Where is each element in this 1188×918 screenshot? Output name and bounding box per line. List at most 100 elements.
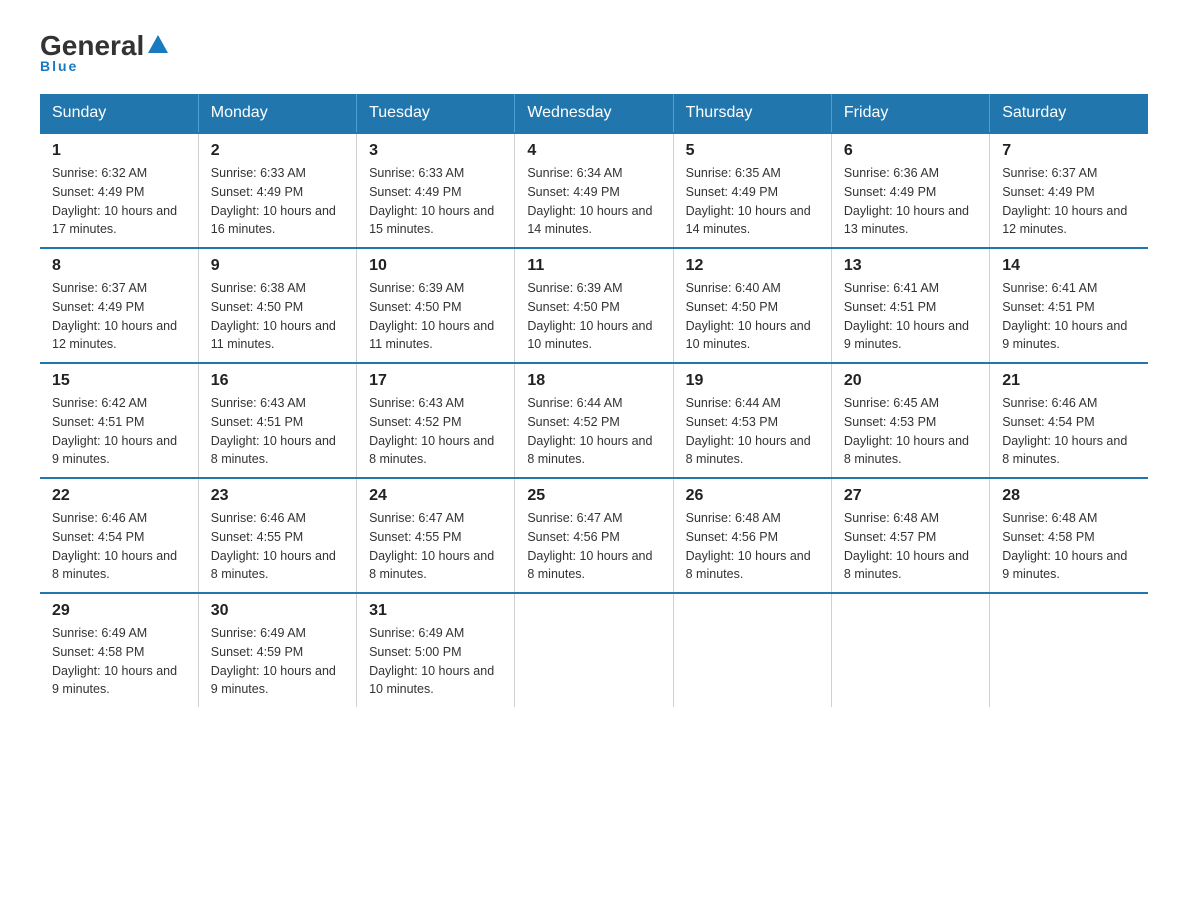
- calendar-cell: 18Sunrise: 6:44 AMSunset: 4:52 PMDayligh…: [515, 363, 673, 478]
- day-info: Sunrise: 6:41 AMSunset: 4:51 PMDaylight:…: [1002, 279, 1136, 354]
- day-number: 22: [52, 487, 186, 505]
- calendar-cell: 23 Sunrise: 6:46 AMSunset: 4:55 PMDayligh…: [198, 478, 356, 593]
- day-number: 15: [52, 372, 186, 390]
- day-info: Sunrise: 6:49 AMSunset: 4:58 PMDaylight:…: [52, 624, 186, 699]
- day-info: Sunrise: 6:42 AMSunset: 4:51 PMDaylight:…: [52, 394, 186, 469]
- day-number: 2: [211, 142, 344, 160]
- calendar-header-sunday: Sunday: [40, 94, 198, 133]
- calendar-cell: 6Sunrise: 6:36 AMSunset: 4:49 PMDaylight…: [831, 133, 989, 248]
- calendar-cell: 11 Sunrise: 6:39 AMSunset: 4:50 PMDayligh…: [515, 248, 673, 363]
- day-info: Sunrise: 6:32 AMSunset: 4:49 PMDaylight:…: [52, 164, 186, 239]
- calendar-header-saturday: Saturday: [990, 94, 1148, 133]
- calendar-week-row: 22 Sunrise: 6:46 AMSunset: 4:54 PMDayligh…: [40, 478, 1148, 593]
- day-info: Sunrise: 6:35 AMSunset: 4:49 PMDaylight:…: [686, 164, 819, 239]
- calendar-cell: 25 Sunrise: 6:47 AMSunset: 4:56 PMDayligh…: [515, 478, 673, 593]
- calendar-cell: 19 Sunrise: 6:44 AMSunset: 4:53 PMDayligh…: [673, 363, 831, 478]
- calendar-cell: 13 Sunrise: 6:41 AMSunset: 4:51 PMDayligh…: [831, 248, 989, 363]
- calendar-cell: 15 Sunrise: 6:42 AMSunset: 4:51 PMDayligh…: [40, 363, 198, 478]
- day-number: 27: [844, 487, 977, 505]
- logo-triangle-icon: [148, 35, 168, 53]
- calendar-header-friday: Friday: [831, 94, 989, 133]
- calendar-cell: 9Sunrise: 6:38 AMSunset: 4:50 PMDaylight…: [198, 248, 356, 363]
- day-number: 21: [1002, 372, 1136, 390]
- calendar-header-wednesday: Wednesday: [515, 94, 673, 133]
- day-info: Sunrise: 6:41 AMSunset: 4:51 PMDaylight:…: [844, 279, 977, 354]
- calendar-cell: 30 Sunrise: 6:49 AMSunset: 4:59 PMDayligh…: [198, 593, 356, 707]
- day-info: Sunrise: 6:46 AMSunset: 4:55 PMDaylight:…: [211, 509, 344, 584]
- calendar-cell: 14Sunrise: 6:41 AMSunset: 4:51 PMDayligh…: [990, 248, 1148, 363]
- calendar-cell: 29 Sunrise: 6:49 AMSunset: 4:58 PMDayligh…: [40, 593, 198, 707]
- day-number: 24: [369, 487, 502, 505]
- day-number: 19: [686, 372, 819, 390]
- day-info: Sunrise: 6:40 AMSunset: 4:50 PMDaylight:…: [686, 279, 819, 354]
- calendar-cell: [515, 593, 673, 707]
- calendar-cell: 31 Sunrise: 6:49 AMSunset: 5:00 PMDayligh…: [357, 593, 515, 707]
- day-number: 11: [527, 257, 660, 275]
- page-header: General Blue: [40, 30, 1148, 74]
- day-info: Sunrise: 6:33 AMSunset: 4:49 PMDaylight:…: [211, 164, 344, 239]
- day-info: Sunrise: 6:46 AMSunset: 4:54 PMDaylight:…: [1002, 394, 1136, 469]
- calendar-cell: 28Sunrise: 6:48 AMSunset: 4:58 PMDayligh…: [990, 478, 1148, 593]
- calendar-cell: 27 Sunrise: 6:48 AMSunset: 4:57 PMDayligh…: [831, 478, 989, 593]
- day-number: 29: [52, 602, 186, 620]
- calendar-cell: 22 Sunrise: 6:46 AMSunset: 4:54 PMDayligh…: [40, 478, 198, 593]
- calendar-cell: 16 Sunrise: 6:43 AMSunset: 4:51 PMDayligh…: [198, 363, 356, 478]
- calendar-cell: 3 Sunrise: 6:33 AMSunset: 4:49 PMDaylight…: [357, 133, 515, 248]
- day-number: 20: [844, 372, 977, 390]
- day-number: 16: [211, 372, 344, 390]
- calendar-cell: 20Sunrise: 6:45 AMSunset: 4:53 PMDayligh…: [831, 363, 989, 478]
- calendar-table: SundayMondayTuesdayWednesdayThursdayFrid…: [40, 94, 1148, 707]
- calendar-header-tuesday: Tuesday: [357, 94, 515, 133]
- calendar-cell: [990, 593, 1148, 707]
- calendar-header-monday: Monday: [198, 94, 356, 133]
- day-info: Sunrise: 6:34 AMSunset: 4:49 PMDaylight:…: [527, 164, 660, 239]
- calendar-cell: 12Sunrise: 6:40 AMSunset: 4:50 PMDayligh…: [673, 248, 831, 363]
- day-info: Sunrise: 6:46 AMSunset: 4:54 PMDaylight:…: [52, 509, 186, 584]
- day-number: 5: [686, 142, 819, 160]
- day-number: 10: [369, 257, 502, 275]
- calendar-week-row: 1Sunrise: 6:32 AMSunset: 4:49 PMDaylight…: [40, 133, 1148, 248]
- day-info: Sunrise: 6:47 AMSunset: 4:56 PMDaylight:…: [527, 509, 660, 584]
- day-number: 4: [527, 142, 660, 160]
- calendar-cell: 4 Sunrise: 6:34 AMSunset: 4:49 PMDaylight…: [515, 133, 673, 248]
- calendar-cell: 21 Sunrise: 6:46 AMSunset: 4:54 PMDayligh…: [990, 363, 1148, 478]
- logo: General Blue: [40, 30, 168, 74]
- day-number: 25: [527, 487, 660, 505]
- day-number: 26: [686, 487, 819, 505]
- calendar-cell: [831, 593, 989, 707]
- day-number: 7: [1002, 142, 1136, 160]
- calendar-week-row: 15 Sunrise: 6:42 AMSunset: 4:51 PMDayligh…: [40, 363, 1148, 478]
- calendar-week-row: 29 Sunrise: 6:49 AMSunset: 4:58 PMDayligh…: [40, 593, 1148, 707]
- day-info: Sunrise: 6:49 AMSunset: 5:00 PMDaylight:…: [369, 624, 502, 699]
- day-number: 13: [844, 257, 977, 275]
- logo-blue-line: Blue: [40, 58, 78, 74]
- day-info: Sunrise: 6:39 AMSunset: 4:50 PMDaylight:…: [527, 279, 660, 354]
- day-info: Sunrise: 6:43 AMSunset: 4:52 PMDaylight:…: [369, 394, 502, 469]
- calendar-week-row: 8Sunrise: 6:37 AMSunset: 4:49 PMDaylight…: [40, 248, 1148, 363]
- day-info: Sunrise: 6:38 AMSunset: 4:50 PMDaylight:…: [211, 279, 344, 354]
- day-number: 3: [369, 142, 502, 160]
- day-number: 30: [211, 602, 344, 620]
- calendar-cell: 5 Sunrise: 6:35 AMSunset: 4:49 PMDaylight…: [673, 133, 831, 248]
- day-info: Sunrise: 6:43 AMSunset: 4:51 PMDaylight:…: [211, 394, 344, 469]
- day-info: Sunrise: 6:49 AMSunset: 4:59 PMDaylight:…: [211, 624, 344, 699]
- calendar-header-row: SundayMondayTuesdayWednesdayThursdayFrid…: [40, 94, 1148, 133]
- day-info: Sunrise: 6:37 AMSunset: 4:49 PMDaylight:…: [52, 279, 186, 354]
- day-info: Sunrise: 6:44 AMSunset: 4:53 PMDaylight:…: [686, 394, 819, 469]
- calendar-cell: 1Sunrise: 6:32 AMSunset: 4:49 PMDaylight…: [40, 133, 198, 248]
- day-number: 28: [1002, 487, 1136, 505]
- calendar-header-thursday: Thursday: [673, 94, 831, 133]
- day-number: 23: [211, 487, 344, 505]
- calendar-cell: 7Sunrise: 6:37 AMSunset: 4:49 PMDaylight…: [990, 133, 1148, 248]
- day-info: Sunrise: 6:47 AMSunset: 4:55 PMDaylight:…: [369, 509, 502, 584]
- calendar-cell: 26 Sunrise: 6:48 AMSunset: 4:56 PMDayligh…: [673, 478, 831, 593]
- day-info: Sunrise: 6:48 AMSunset: 4:56 PMDaylight:…: [686, 509, 819, 584]
- day-info: Sunrise: 6:39 AMSunset: 4:50 PMDaylight:…: [369, 279, 502, 354]
- day-info: Sunrise: 6:48 AMSunset: 4:57 PMDaylight:…: [844, 509, 977, 584]
- calendar-cell: 24 Sunrise: 6:47 AMSunset: 4:55 PMDayligh…: [357, 478, 515, 593]
- calendar-cell: 10 Sunrise: 6:39 AMSunset: 4:50 PMDayligh…: [357, 248, 515, 363]
- calendar-cell: [673, 593, 831, 707]
- day-info: Sunrise: 6:33 AMSunset: 4:49 PMDaylight:…: [369, 164, 502, 239]
- day-number: 31: [369, 602, 502, 620]
- calendar-cell: 2 Sunrise: 6:33 AMSunset: 4:49 PMDaylight…: [198, 133, 356, 248]
